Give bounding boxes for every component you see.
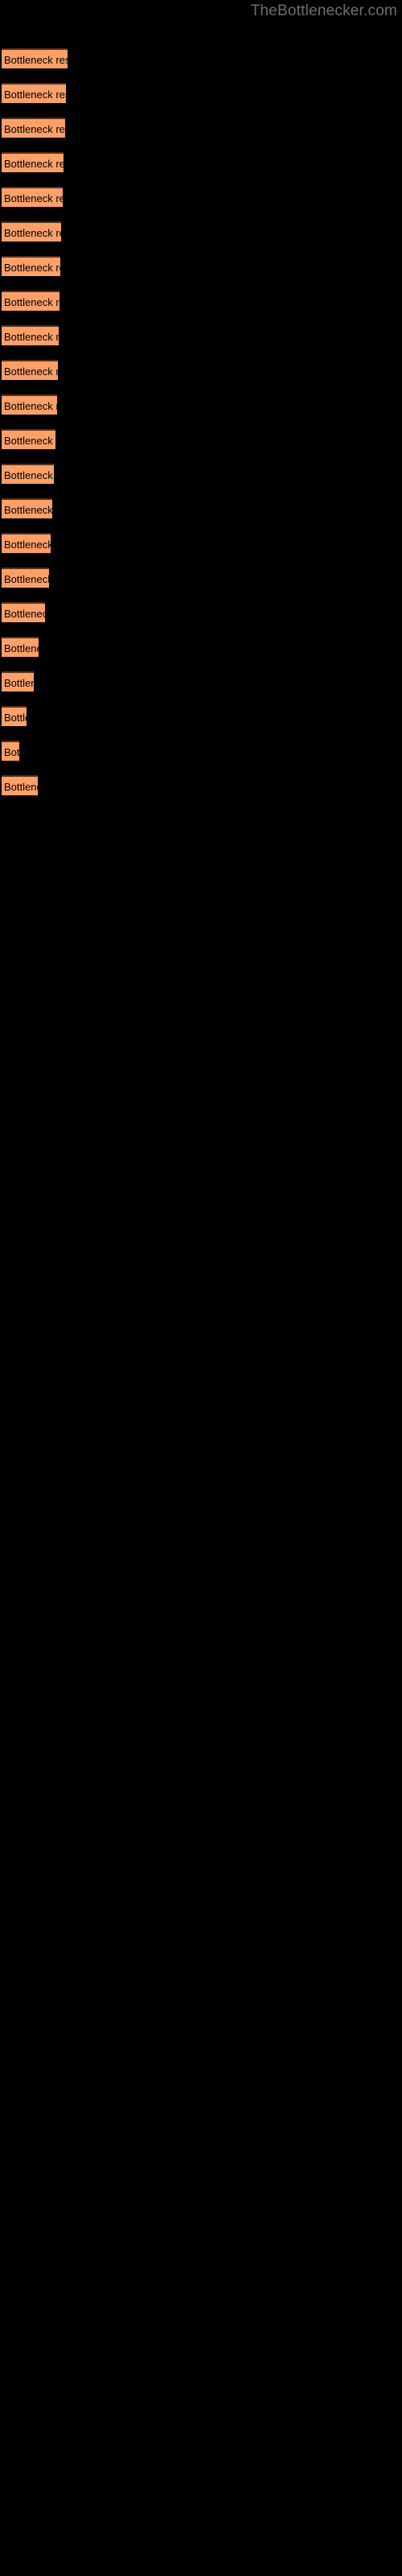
bar[interactable]: Bottleneck result [2, 568, 49, 588]
bar-row: Bottleneck result [2, 429, 55, 449]
bar-row: Bottleneck result [2, 118, 65, 138]
bar[interactable]: Bottleneck result [2, 706, 27, 726]
bar[interactable]: Bottleneck result [2, 187, 63, 207]
bar-row: Bottleneck result [2, 568, 49, 588]
bar-row: Bottleneck result [2, 187, 63, 207]
bar-row: Bottleneck result [2, 706, 27, 726]
bar[interactable]: Bottleneck result [2, 118, 65, 138]
bar-label: Bottleneck result [4, 504, 52, 516]
bar[interactable]: Bottleneck result [2, 602, 45, 622]
bar-label: Bottleneck result [4, 227, 61, 239]
bar-row: Bottleneck result [2, 741, 19, 761]
bar-row: Bottleneck result [2, 602, 45, 622]
bar[interactable]: Bottleneck result [2, 775, 38, 795]
bar[interactable]: Bottleneck result [2, 325, 59, 345]
bar-label: Bottleneck result [4, 400, 57, 412]
bar[interactable]: Bottleneck result [2, 533, 51, 553]
bar[interactable]: Bottleneck result [2, 671, 34, 691]
bottleneck-bar-chart: Bottleneck result Bottleneck result Bottle… [0, 0, 402, 2576]
bar-row: Bottleneck result [2, 533, 51, 553]
bar-label: Bottleneck result [4, 331, 59, 343]
bar-label: Bottleneck result [4, 539, 51, 551]
bar[interactable]: Bottleneck result [2, 464, 54, 484]
bar-row: Bottleneck result [2, 152, 64, 172]
bar-label: Bottleneck result [4, 123, 65, 135]
bar-row: Bottleneck result [2, 83, 66, 103]
bar-label: Bottleneck result [4, 54, 68, 66]
bar-label: Bottleneck result [4, 365, 58, 378]
bar-label: Bottleneck result [4, 192, 63, 204]
bar-row: Bottleneck result [2, 394, 57, 415]
bar-row: Bottleneck result [2, 221, 61, 242]
bar-label: Bottleneck result [4, 89, 66, 101]
bar-row: Bottleneck result [2, 671, 34, 691]
bar-label: Bottleneck result [4, 746, 19, 758]
bar-row: Bottleneck result [2, 325, 59, 345]
bar-label: Bottleneck result [4, 781, 38, 793]
bar-label: Bottleneck result [4, 262, 60, 274]
bar[interactable]: Bottleneck result [2, 48, 68, 68]
bar-label: Bottleneck result [4, 608, 45, 620]
bar[interactable]: Bottleneck result [2, 741, 19, 761]
bar[interactable]: Bottleneck result [2, 360, 58, 380]
bar[interactable]: Bottleneck result [2, 637, 39, 657]
bar[interactable]: Bottleneck result [2, 256, 60, 276]
bar-label: Bottleneck result [4, 435, 55, 447]
bar-label: Bottleneck result [4, 642, 39, 654]
bar-row: Bottleneck result [2, 360, 58, 380]
bar-label: Bottleneck result [4, 296, 59, 308]
bar-row: Bottleneck result [2, 291, 59, 311]
bar[interactable]: Bottleneck result [2, 498, 52, 518]
bar-row: Bottleneck result [2, 775, 38, 795]
bar-label: Bottleneck result [4, 158, 64, 170]
bar-row: Bottleneck result [2, 498, 52, 518]
bar-row: Bottleneck result [2, 256, 60, 276]
bar[interactable]: Bottleneck result [2, 83, 66, 103]
bar[interactable]: Bottleneck result [2, 221, 61, 242]
bar-label: Bottleneck result [4, 712, 27, 724]
bar[interactable]: Bottleneck result [2, 429, 55, 449]
bar-row: Bottleneck result [2, 48, 68, 68]
bar-label: Bottleneck result [4, 469, 54, 481]
bar-row: Bottleneck result [2, 637, 39, 657]
bar[interactable]: Bottleneck result [2, 291, 59, 311]
bar[interactable]: Bottleneck result [2, 152, 64, 172]
bar-label: Bottleneck result [4, 677, 34, 689]
bar-label: Bottleneck result [4, 573, 49, 585]
bar-row: Bottleneck result [2, 464, 54, 484]
bar[interactable]: Bottleneck result [2, 394, 57, 415]
